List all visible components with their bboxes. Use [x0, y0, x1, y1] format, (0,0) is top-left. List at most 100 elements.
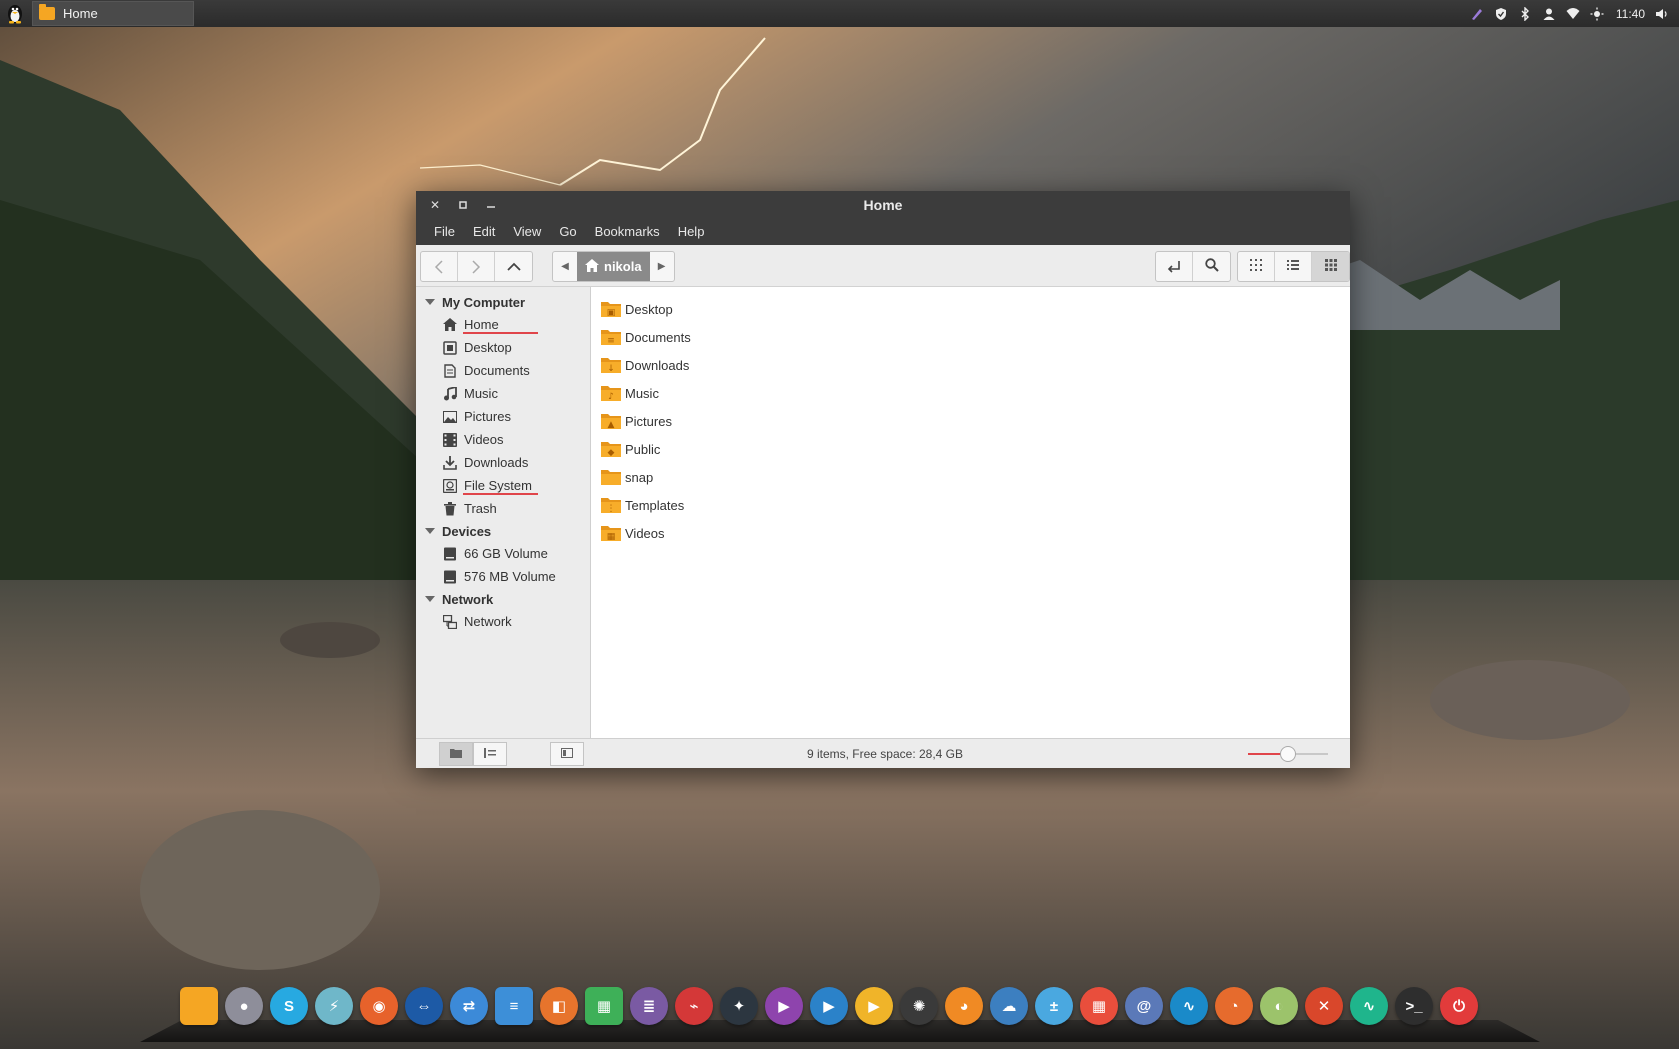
- dock-icons: ● S ⚡ ◉ ⇔ ⇄ ≡ ◧ ▦ ≣ ⌁ ✦ ▶ ▶ ▶ ✺ ◕ ☁ ± ▦ @ ∿ ◔ ◐ ✕ ∿ >_ ⏻: [180, 987, 1478, 1025]
- expander-icon: [425, 528, 435, 534]
- top-panel: Home 11:40: [0, 0, 1679, 27]
- pdf-icon[interactable]: ⌁: [675, 987, 713, 1025]
- sidebar-item-file-system[interactable]: File System: [416, 474, 590, 497]
- gimp-icon[interactable]: ◕: [945, 987, 983, 1025]
- sidebar-item-label: Trash: [464, 501, 497, 516]
- folder-icon: [39, 4, 55, 20]
- file-item[interactable]: ▲ Pictures: [600, 407, 1350, 435]
- file-item[interactable]: ↓ Downloads: [600, 351, 1350, 379]
- file-item[interactable]: snap: [600, 463, 1350, 491]
- brightness-icon[interactable]: [1590, 7, 1604, 21]
- shield-icon[interactable]: [1494, 7, 1508, 21]
- messenger-icon[interactable]: ⚡: [315, 987, 353, 1025]
- tools-icon[interactable]: ✕: [1305, 987, 1343, 1025]
- swirl-icon[interactable]: @: [1125, 987, 1163, 1025]
- location-toggle-button[interactable]: [1156, 252, 1193, 281]
- bluetooth-icon[interactable]: [1518, 6, 1532, 21]
- remote-icon[interactable]: ⇄: [450, 987, 488, 1025]
- inkscape-icon[interactable]: ✺: [900, 987, 938, 1025]
- terminal-icon[interactable]: >_: [1395, 987, 1433, 1025]
- menu-go[interactable]: Go: [550, 224, 585, 239]
- calculator-icon[interactable]: ±: [1035, 987, 1073, 1025]
- monitor-icon[interactable]: ∿: [1170, 987, 1208, 1025]
- path-scroll-left-button[interactable]: ◀: [553, 252, 577, 281]
- sidebar-item-network[interactable]: Network: [416, 610, 590, 633]
- app-grid-icon[interactable]: ▦: [1080, 987, 1118, 1025]
- sidebar-item-trash[interactable]: Trash: [416, 497, 590, 520]
- search-icon: [1204, 258, 1219, 275]
- menu-bookmarks[interactable]: Bookmarks: [586, 224, 669, 239]
- kodi-icon[interactable]: ✦: [720, 987, 758, 1025]
- folder-pictures-icon: ▲: [600, 412, 622, 430]
- sidebar-item-576mb-volume[interactable]: 576 MB Volume: [416, 565, 590, 588]
- sidebar-section-devices[interactable]: Devices: [416, 520, 590, 542]
- sidebar-item-documents[interactable]: Documents: [416, 359, 590, 382]
- calc-icon[interactable]: ▦: [585, 987, 623, 1025]
- disk-icon[interactable]: ◔: [1215, 987, 1253, 1025]
- clock[interactable]: 11:40: [1616, 7, 1645, 21]
- sidebar-item-videos[interactable]: Videos: [416, 428, 590, 451]
- toggle-icon[interactable]: ◐: [1260, 987, 1298, 1025]
- mounted-underline: [463, 493, 538, 495]
- navigation-buttons: [420, 251, 533, 282]
- file-item[interactable]: ♪ Music: [600, 379, 1350, 407]
- impress-icon[interactable]: ◧: [540, 987, 578, 1025]
- zoom-handle[interactable]: [1280, 746, 1296, 762]
- sidebar-section-network[interactable]: Network: [416, 588, 590, 610]
- menu-file[interactable]: File: [425, 224, 464, 239]
- activity-icon[interactable]: ∿: [1350, 987, 1388, 1025]
- sidebar-item-desktop[interactable]: Desktop: [416, 336, 590, 359]
- title-bar[interactable]: ✕ Home: [416, 191, 1350, 218]
- taskbar-window-button[interactable]: Home: [32, 1, 194, 26]
- search-button[interactable]: [1193, 252, 1230, 281]
- sidebar-item-label: Home: [464, 317, 499, 332]
- svg-text:↓: ↓: [607, 364, 615, 374]
- file-item[interactable]: ▣ Desktop: [600, 295, 1350, 323]
- pidgin-icon[interactable]: ●: [225, 987, 263, 1025]
- menu-view[interactable]: View: [504, 224, 550, 239]
- sidebar-item-66gb-volume[interactable]: 66 GB Volume: [416, 542, 590, 565]
- play-icon[interactable]: ▶: [855, 987, 893, 1025]
- media-player-icon[interactable]: ▶: [810, 987, 848, 1025]
- file-name: Desktop: [625, 301, 673, 317]
- sidebar-item-home[interactable]: Home: [416, 313, 590, 336]
- zoom-slider[interactable]: [1248, 745, 1328, 763]
- cloud-icon[interactable]: ☁: [990, 987, 1028, 1025]
- file-name: Public: [625, 441, 661, 457]
- menu-help[interactable]: Help: [669, 224, 714, 239]
- file-item[interactable]: ▦ Videos: [600, 519, 1350, 547]
- sidebar-item-label: File System: [464, 478, 532, 493]
- text-editor-icon[interactable]: ≣: [630, 987, 668, 1025]
- pen-icon[interactable]: [1470, 7, 1484, 21]
- power-icon[interactable]: ⏻: [1440, 987, 1478, 1025]
- path-home-button[interactable]: nikola: [577, 252, 650, 281]
- skype-icon[interactable]: S: [270, 987, 308, 1025]
- files-icon[interactable]: [180, 987, 218, 1025]
- wifi-icon[interactable]: [1566, 7, 1580, 21]
- section-label: Devices: [442, 523, 492, 539]
- menu-edit[interactable]: Edit: [464, 224, 504, 239]
- tux-menu-icon[interactable]: [0, 0, 30, 27]
- user-icon[interactable]: [1542, 7, 1556, 21]
- sidebar-section-my-computer[interactable]: My Computer: [416, 291, 590, 313]
- file-name: snap: [625, 469, 654, 485]
- writer-icon[interactable]: ≡: [495, 987, 533, 1025]
- up-button[interactable]: [495, 252, 532, 281]
- sidebar-item-pictures[interactable]: Pictures: [416, 405, 590, 428]
- file-item[interactable]: ◆ Public: [600, 435, 1350, 463]
- video-player-icon[interactable]: ▶: [765, 987, 803, 1025]
- path-scroll-right-button[interactable]: ▶: [650, 252, 674, 281]
- icon-view-button[interactable]: [1238, 252, 1275, 281]
- sidebar-item-music[interactable]: Music: [416, 382, 590, 405]
- dock: ● S ⚡ ◉ ⇔ ⇄ ≡ ◧ ▦ ≣ ⌁ ✦ ▶ ▶ ▶ ✺ ◕ ☁ ± ▦ @ ∿ ◔ ◐ ✕ ∿ >_ ⏻: [140, 987, 1540, 1049]
- sidebar-item-downloads[interactable]: Downloads: [416, 451, 590, 474]
- volume-icon[interactable]: [1655, 7, 1669, 21]
- file-item[interactable]: ⋮ Templates: [600, 491, 1350, 519]
- compact-view-button[interactable]: [1312, 252, 1349, 281]
- file-item[interactable]: ≡ Documents: [600, 323, 1350, 351]
- list-view-button[interactable]: [1275, 252, 1312, 281]
- forward-button[interactable]: [458, 252, 495, 281]
- teamviewer-icon[interactable]: ⇔: [405, 987, 443, 1025]
- firefox-icon[interactable]: ◉: [360, 987, 398, 1025]
- back-button[interactable]: [421, 252, 458, 281]
